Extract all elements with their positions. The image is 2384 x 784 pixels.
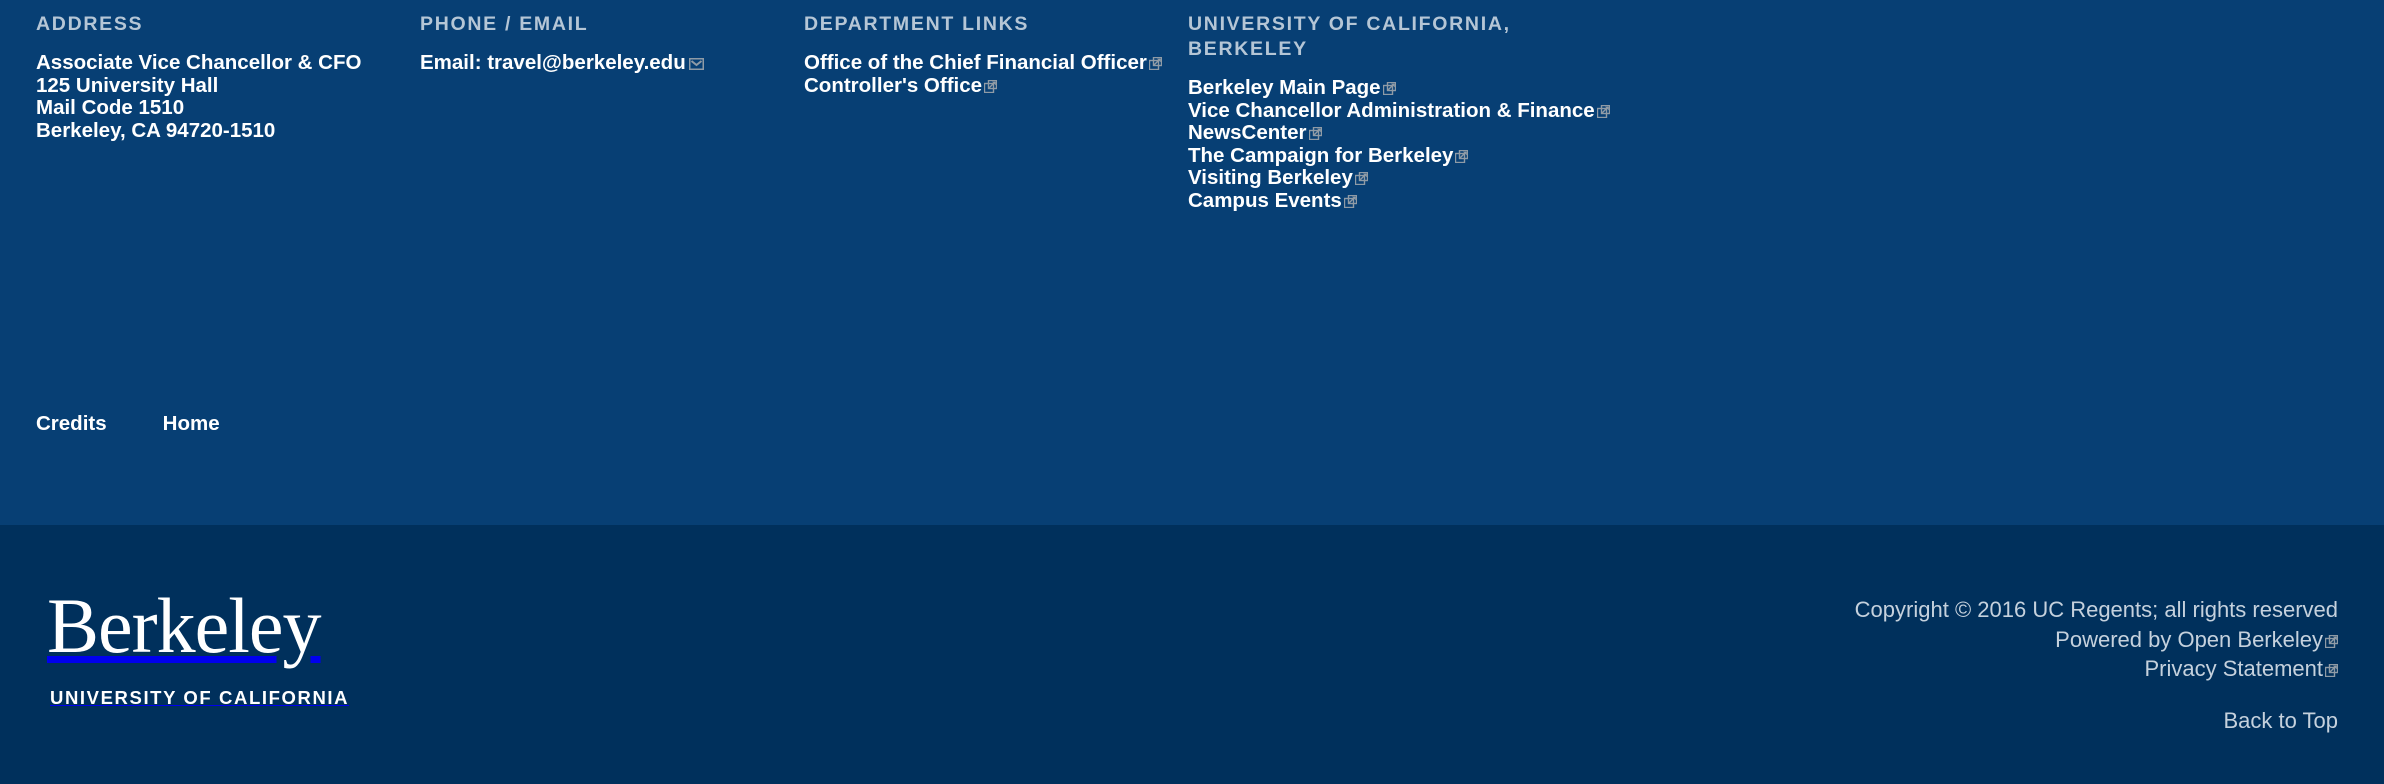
- legal-block: Copyright © 2016 UC Regents; all rights …: [1855, 595, 2338, 684]
- footer-lower-band: Berkeley UNIVERSITY OF CALIFORNIA Copyri…: [0, 525, 2384, 784]
- uc-link-label: The Campaign for Berkeley: [1188, 143, 1454, 167]
- powered-by-open-berkeley-link[interactable]: Powered by Open Berkeley: [1855, 625, 2338, 655]
- external-link-icon: [1455, 149, 1469, 163]
- external-link-icon: [1308, 127, 1322, 140]
- uc-berkeley-links-list: Berkeley Main Page Vice Chancellor Admin…: [1188, 76, 1610, 213]
- external-link-icon: [1343, 194, 1357, 208]
- home-link[interactable]: Home: [163, 412, 220, 436]
- address-line: Mail Code 1510: [36, 96, 185, 119]
- email-links: Email: travel@berkeley.edu: [420, 51, 780, 75]
- column-heading-department-links: DEPARTMENT LINKS: [804, 13, 1030, 35]
- email-link-label: Email: travel@berkeley.edu: [420, 51, 686, 74]
- uc-link-newscenter[interactable]: NewsCenter: [1188, 121, 1578, 145]
- credits-link[interactable]: Credits: [36, 412, 107, 436]
- uc-link-label: Berkeley Main Page: [1188, 76, 1381, 99]
- mail-icon: [688, 58, 704, 70]
- column-heading-uc-berkeley: UNIVERSITY OF CALIFORNIA, BERKELEY: [1188, 13, 1511, 60]
- berkeley-logo[interactable]: Berkeley UNIVERSITY OF CALIFORNIA: [47, 582, 350, 709]
- external-link-icon: [2325, 664, 2338, 677]
- external-link-icon: [984, 79, 998, 93]
- address-line: Berkeley, CA 94720-1510: [36, 118, 276, 142]
- address-line: Associate Vice Chancellor & CFO: [36, 51, 362, 74]
- privacy-statement-label: Privacy Statement: [2144, 656, 2323, 681]
- footer-columns: ADDRESS Associate Vice Chancellor & CFO …: [36, 12, 2338, 212]
- powered-by-label: Powered by Open Berkeley: [2055, 626, 2323, 652]
- uc-link-campaign-for-berkeley[interactable]: The Campaign for Berkeley: [1188, 143, 1578, 168]
- uc-link-campus-events[interactable]: Campus Events: [1188, 188, 1578, 213]
- footer-column-phone-email: PHONE / EMAIL Email: travel@berkeley.edu: [420, 12, 804, 75]
- external-link-icon: [1354, 172, 1368, 185]
- footer-column-department-links: DEPARTMENT LINKS Office of the Chief Fin…: [804, 12, 1188, 97]
- footer-utility-links: Credits Home: [36, 412, 220, 436]
- address-block: Associate Vice Chancellor & CFO 125 Univ…: [36, 51, 396, 142]
- uc-link-berkeley-main-page[interactable]: Berkeley Main Page: [1188, 76, 1578, 100]
- berkeley-wordmark: Berkeley: [47, 582, 322, 669]
- uc-link-label: Vice Chancellor Administration & Finance: [1188, 98, 1595, 122]
- uc-link-label: Visiting Berkeley: [1188, 166, 1353, 189]
- column-heading-address: ADDRESS: [36, 13, 144, 35]
- footer-upper-band: ADDRESS Associate Vice Chancellor & CFO …: [0, 0, 2384, 525]
- column-heading-phone-email: PHONE / EMAIL: [420, 13, 589, 35]
- back-to-top-link[interactable]: Back to Top: [2223, 706, 2338, 736]
- department-link-label: Office of the Chief Financial Officer: [804, 51, 1147, 74]
- privacy-statement-link[interactable]: Privacy Statement: [1855, 654, 2338, 684]
- uc-link-label: Campus Events: [1188, 188, 1342, 212]
- department-link-label: Controller's Office: [804, 73, 983, 97]
- external-link-icon: [1596, 104, 1610, 118]
- uc-link-vc-admin-finance[interactable]: Vice Chancellor Administration & Finance: [1188, 99, 1610, 123]
- department-links-list: Office of the Chief Financial Officer Co…: [804, 51, 1164, 98]
- uc-link-visiting-berkeley[interactable]: Visiting Berkeley: [1188, 166, 1578, 190]
- external-link-icon: [2325, 634, 2338, 648]
- department-link-cfo[interactable]: Office of the Chief Financial Officer: [804, 51, 1164, 75]
- email-link[interactable]: Email: travel@berkeley.edu: [420, 51, 780, 75]
- external-link-icon: [1382, 82, 1396, 95]
- external-link-icon: [1148, 57, 1162, 70]
- site-footer: ADDRESS Associate Vice Chancellor & CFO …: [0, 0, 2384, 784]
- footer-column-uc-berkeley: UNIVERSITY OF CALIFORNIA, BERKELEY Berke…: [1188, 12, 1610, 213]
- department-link-controller[interactable]: Controller's Office: [804, 73, 1164, 98]
- copyright-text: Copyright © 2016 UC Regents; all rights …: [1854, 597, 2338, 622]
- address-line: 125 University Hall: [36, 73, 219, 97]
- footer-column-address: ADDRESS Associate Vice Chancellor & CFO …: [36, 12, 420, 142]
- brand-subtitle: UNIVERSITY OF CALIFORNIA: [50, 687, 350, 708]
- uc-link-label: NewsCenter: [1188, 121, 1307, 144]
